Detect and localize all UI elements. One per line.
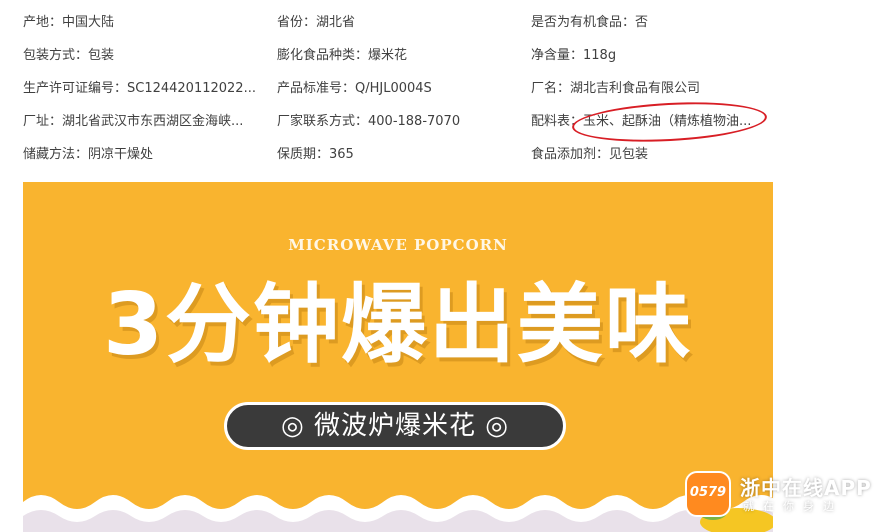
app-watermark-name: 浙中在线APP <box>740 476 872 500</box>
banner-title: 3分钟爆出美味 <box>103 275 693 375</box>
app-logo-icon: 0579 <box>685 471 731 517</box>
attr-organic: 是否为有机食品：否 <box>531 15 649 30</box>
attr-shelf-life: 保质期：365 <box>277 147 354 162</box>
attr-factory-address: 厂址：湖北省武汉市东西湖区金海峡... <box>23 114 244 129</box>
banner-wave-decoration <box>23 495 773 532</box>
product-attributes: 产地：中国大陆 省份：湖北省 是否为有机食品：否 包装方式：包装 膨化食品种类：… <box>0 0 881 180</box>
attr-contact: 厂家联系方式：400-188-7070 <box>277 114 461 129</box>
attr-manufacturer: 厂名：湖北吉利食品有限公司 <box>531 81 701 96</box>
attr-net-weight: 净含量：118g <box>531 48 617 63</box>
attr-puffed-type: 膨化食品种类：爆米花 <box>277 48 408 63</box>
attr-additives: 食品添加剂：见包装 <box>531 147 649 162</box>
app-watermark-tagline: 就在你身边 <box>743 500 843 513</box>
ingredients-highlight-circle <box>571 97 768 147</box>
banner-pill-label: ◎ 微波炉爆米花 ◎ <box>224 402 566 450</box>
attr-storage: 储藏方法：阴凉干燥处 <box>23 147 154 162</box>
app-watermark-logo: 0579 浙中在线APP 就在你身边 <box>685 470 875 525</box>
app-logo-badge-text: 0579 <box>689 485 727 500</box>
product-banner-image: MICROWAVE POPCORN 3分钟爆出美味 ◎ 微波炉爆米花 ◎ <box>23 182 773 532</box>
attr-license-number: 生产许可证编号：SC124420112022... <box>23 81 256 96</box>
attr-origin: 产地：中国大陆 <box>23 15 115 30</box>
attr-standard-number: 产品标准号：Q/HJL0004S <box>277 81 432 96</box>
attr-province: 省份：湖北省 <box>277 15 356 30</box>
banner-subtitle: MICROWAVE POPCORN <box>288 236 508 254</box>
attr-packaging: 包装方式：包装 <box>23 48 115 63</box>
